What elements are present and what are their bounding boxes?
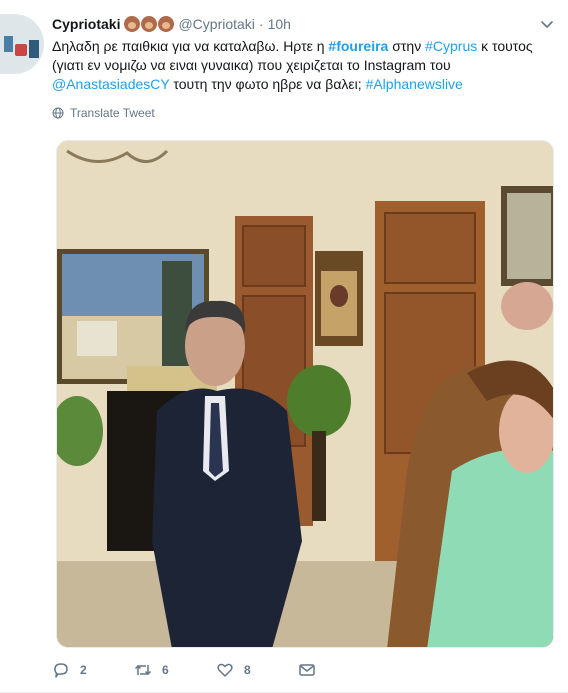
like-count: 8 [244,663,251,677]
envelope-icon [299,664,315,676]
avatar[interactable] [0,14,44,74]
timestamp[interactable]: 10h [268,16,291,32]
reply-count: 2 [80,663,87,677]
mention-link[interactable]: @AnastasiadesCY [52,76,169,92]
separator: · [258,16,264,32]
hashtag-link[interactable]: #Cyprus [425,38,477,54]
tweet-text: Δηλαδη ρε παιθκια για να καταλαβω. Ηρτε … [52,37,554,94]
emoji-group [124,16,175,32]
tweet-photo[interactable] [56,140,554,648]
see-no-evil-monkey-icon [124,16,141,32]
tweet[interactable]: Cypriotaki @Cypriotaki · 10h Δηλαδη ρε π… [0,0,568,693]
translate-tweet-button[interactable]: Translate Tweet [52,105,554,121]
hashtag-link[interactable]: #Alphanewslive [366,76,463,92]
hear-no-evil-monkey-icon [141,16,158,32]
hashtag-link[interactable]: #foureira [328,38,388,54]
tweet-content: Cypriotaki @Cypriotaki · 10h Δηλαδη ρε π… [52,14,554,121]
avatar-shape [29,40,39,58]
tweet-header: Cypriotaki @Cypriotaki · 10h [52,14,554,34]
user-handle[interactable]: @Cypriotaki [178,16,254,32]
globe-icon [52,107,64,119]
hashtag-label: #foureira [328,38,389,54]
tweet-text-part: στην [388,38,426,54]
heart-icon [217,663,233,677]
avatar-shape [4,36,13,52]
avatar-shape [15,44,27,56]
chevron-down-icon[interactable] [540,17,554,31]
speech-bubble-icon [54,663,68,678]
like-button[interactable]: 8 [216,660,298,680]
direct-message-button[interactable] [298,660,380,680]
retweet-arrows-icon [134,664,152,676]
tweet-actions: 2 6 8 [52,660,380,680]
tweet-text-part: Δηλαδη ρε παιθκια για να καταλαβω. Ηρτε … [52,38,329,54]
user-name[interactable]: Cypriotaki [52,16,120,32]
translate-label: Translate Tweet [70,106,155,120]
retweet-button[interactable]: 6 [134,660,216,680]
reply-button[interactable]: 2 [52,660,134,680]
photo-scene [57,141,553,647]
tweet-text-part: τουτη την φωτο ηβρε να βαλει; [169,76,366,92]
speak-no-evil-monkey-icon [158,16,175,32]
retweet-count: 6 [162,663,169,677]
